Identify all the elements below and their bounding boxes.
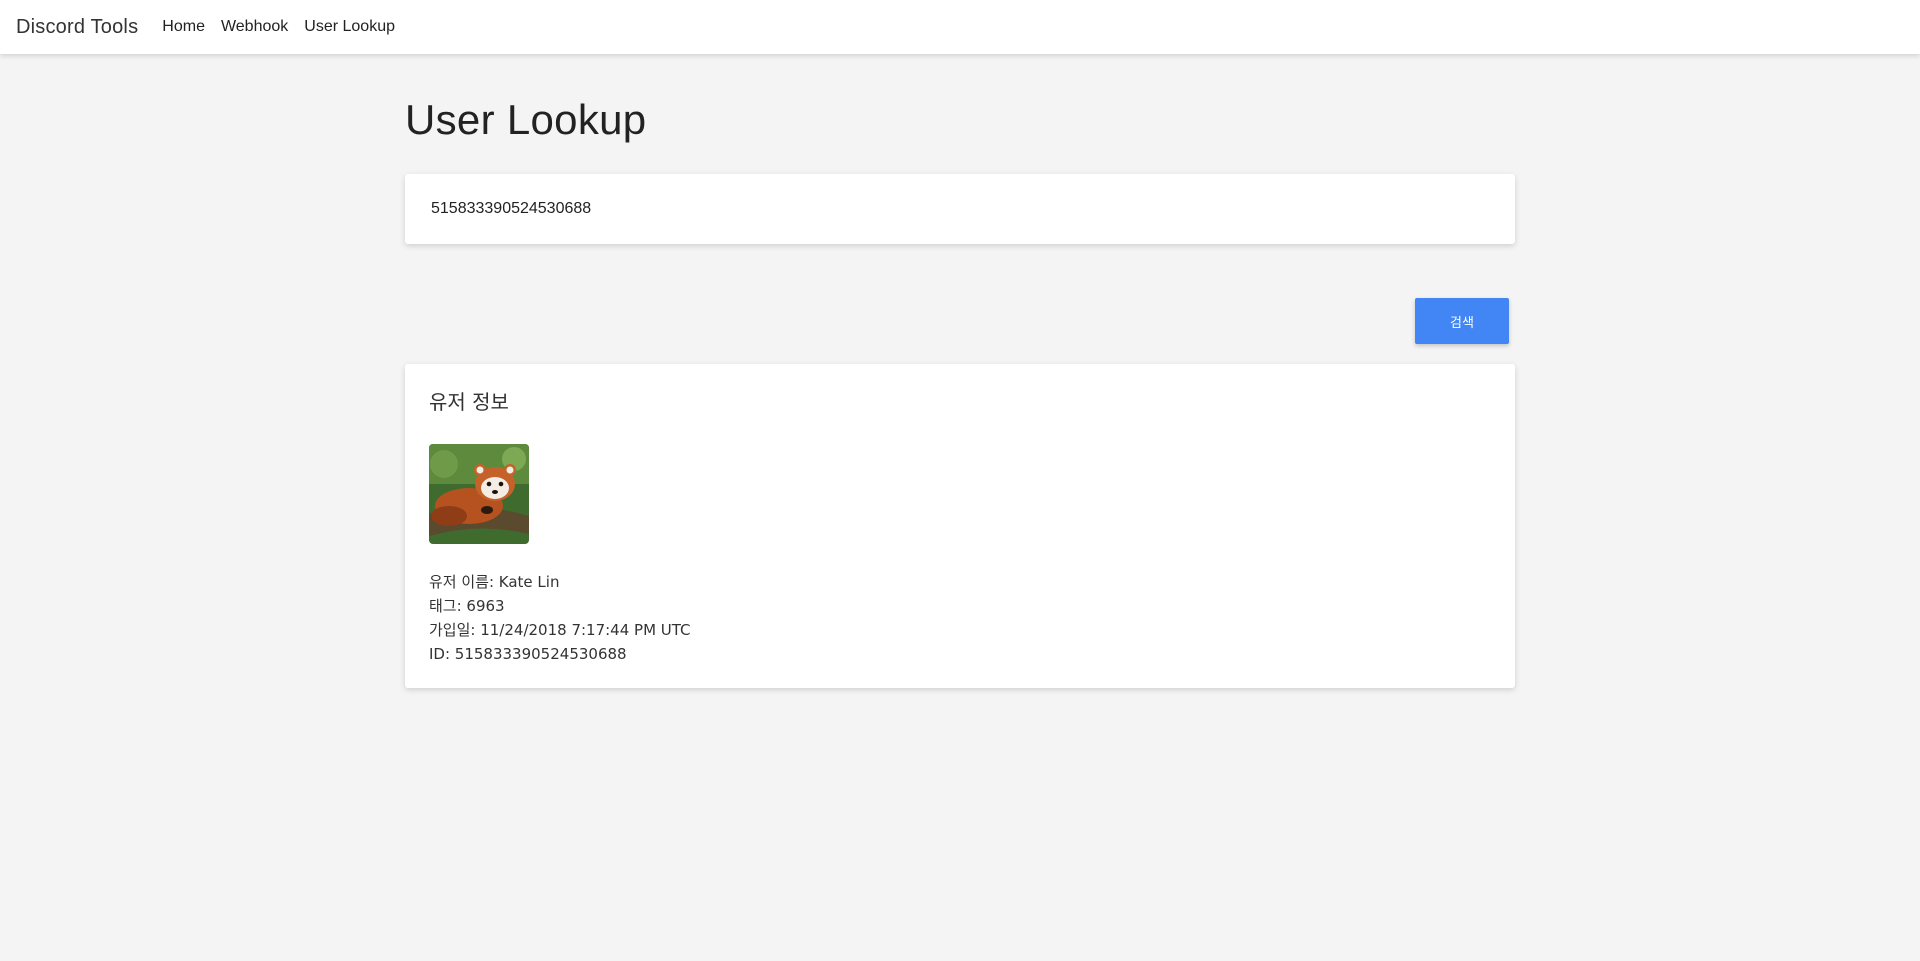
- nav-link-user-lookup[interactable]: User Lookup: [304, 18, 395, 36]
- user-id-line: ID: 515833390524530688: [429, 645, 627, 663]
- brand-link[interactable]: Discord Tools: [16, 16, 138, 39]
- page-title: User Lookup: [405, 96, 647, 143]
- user-id-input[interactable]: [405, 174, 1515, 244]
- user-info-heading: 유저 정보: [429, 390, 509, 414]
- search-button[interactable]: 검색: [1415, 298, 1509, 344]
- nav-link-home[interactable]: Home: [162, 18, 205, 36]
- red-panda-avatar-image: [429, 444, 529, 544]
- tag-line: 태그: 6963: [429, 597, 505, 615]
- nav-link-webhook[interactable]: Webhook: [221, 18, 288, 36]
- username-line: 유저 이름: Kate Lin: [429, 573, 560, 591]
- avatar: [429, 444, 529, 544]
- user-info-card: 유저 정보 유저 이름: Kate Lin 태그: 6963 가입일: 11/2…: [405, 364, 1515, 688]
- user-info-details: 유저 이름: Kate Lin 태그: 6963 가입일: 11/24/2018…: [429, 570, 691, 666]
- navbar: Discord Tools Home Webhook User Lookup: [0, 0, 1920, 54]
- search-card: [405, 174, 1515, 244]
- join-date-line: 가입일: 11/24/2018 7:17:44 PM UTC: [429, 621, 691, 639]
